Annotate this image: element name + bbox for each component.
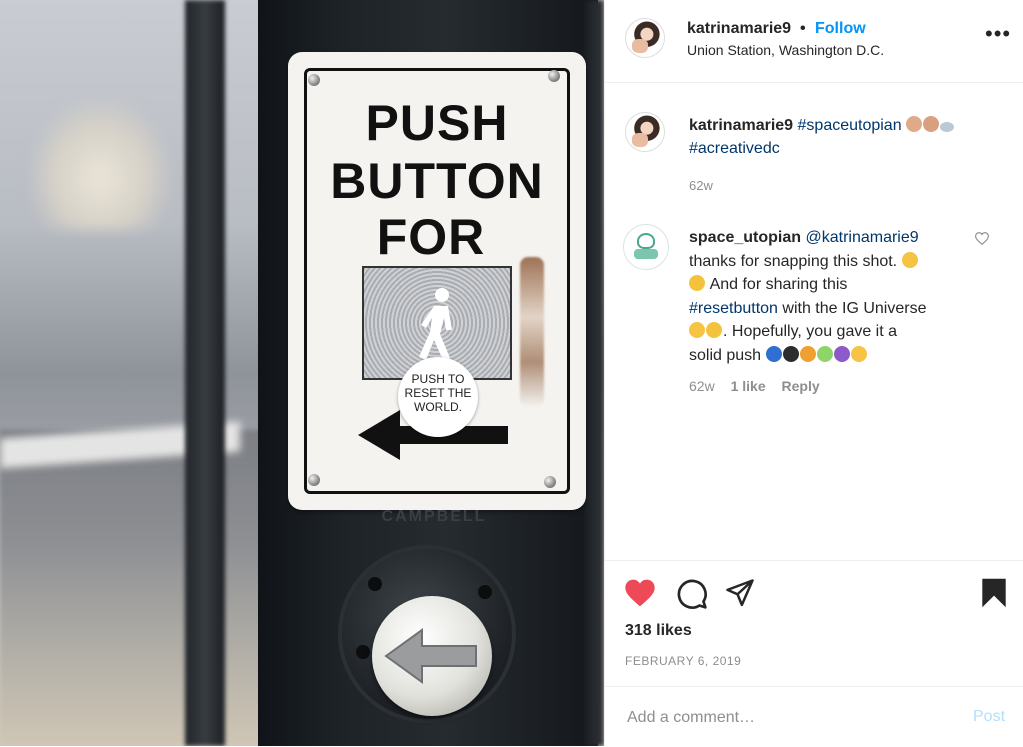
caption-timestamp[interactable]: 62w	[689, 178, 713, 193]
swirl-emoji-icon	[940, 122, 955, 132]
sticker-text-line: WORLD.	[414, 400, 462, 414]
comment-text: space_utopian @katrinamarie9 thanks for …	[689, 226, 957, 367]
sticker-text-line: PUSH TO	[411, 372, 465, 386]
post-comment-button[interactable]: Post	[973, 708, 1005, 726]
screw-hole	[368, 577, 382, 591]
comment-meta: 62w 1 like Reply	[689, 378, 820, 394]
sign-text-line: PUSH	[365, 95, 509, 151]
caption-text: katrinamarie9 #spaceutopian #acreativedc	[689, 114, 989, 160]
comment-text-segment: with the IG Universe	[782, 299, 927, 317]
share-icon[interactable]	[725, 578, 755, 608]
bolt-icon	[308, 74, 320, 86]
comment-text-segment: solid push	[689, 346, 762, 364]
vulcan-salute-emoji-icon	[901, 251, 918, 268]
add-comment-input[interactable]	[625, 705, 949, 731]
more-options-icon[interactable]: •••	[985, 23, 1011, 45]
fist-emoji-icon	[850, 345, 867, 362]
push-button-knob	[372, 596, 492, 716]
comment-like-heart-icon[interactable]	[975, 232, 989, 245]
comment-timestamp[interactable]: 62w	[689, 378, 715, 394]
post-header: katrinamarie9 • Follow Union Station, Wa…	[605, 0, 1023, 83]
bolt-icon	[544, 476, 556, 488]
reset-world-sticker: PUSH TO RESET THE WORLD.	[398, 357, 478, 437]
follow-button[interactable]: Follow	[815, 20, 866, 38]
comment-text-segment: thanks for snapping this shot.	[689, 252, 898, 270]
post-photo[interactable]: PUSH BUTTON FOR PUSH TO RESET THE WORLD.…	[0, 0, 604, 746]
reply-button[interactable]: Reply	[782, 378, 820, 394]
post-date[interactable]: FEBRUARY 6, 2019	[625, 654, 741, 668]
caption-username[interactable]: katrinamarie9	[689, 117, 793, 134]
comment-text-segment: And for sharing this	[709, 276, 848, 293]
mention-link[interactable]: @katrinamarie9	[805, 229, 918, 246]
add-comment-bar: Post	[605, 686, 1023, 747]
caption-avatar[interactable]	[625, 112, 665, 152]
comment-likes-count[interactable]: 1 like	[731, 378, 766, 394]
post-author-username[interactable]: katrinamarie9	[687, 20, 791, 38]
knob-arrow-icon	[384, 628, 477, 684]
globe-emoji-icon	[765, 345, 782, 362]
collision-emoji-icon	[799, 345, 816, 362]
flushed-face-emoji-icon	[689, 275, 705, 291]
hashtag-link[interactable]: #acreativedc	[689, 140, 780, 157]
sunglasses-emoji-icon	[706, 322, 722, 338]
fist-emoji-icon	[906, 116, 923, 132]
separator-dot: •	[800, 20, 806, 37]
alien-monster-emoji-icon	[833, 345, 850, 362]
rock-on-emoji-icon	[689, 322, 705, 338]
comment-text-segment: . Hopefully, you gave it a	[723, 323, 898, 340]
thumbs-down-emoji-icon	[923, 116, 940, 132]
hashtag-link[interactable]: #spaceutopian	[798, 117, 902, 134]
screw-hole	[478, 585, 492, 599]
screw-hole	[356, 645, 370, 659]
hashtag-link[interactable]: #resetbutton	[689, 300, 778, 317]
pedestrian-icon	[419, 288, 452, 360]
push-button-sign: PUSH BUTTON FOR PUSH TO RESET THE WORLD.	[288, 52, 586, 510]
bomb-emoji-icon	[782, 345, 799, 362]
post-actions: 318 likes FEBRUARY 6, 2019	[605, 560, 1023, 687]
save-bookmark-icon[interactable]	[981, 577, 1007, 609]
foreground-pole-edge	[585, 0, 604, 746]
bolt-icon	[308, 474, 320, 486]
commenter-username[interactable]: space_utopian	[689, 229, 801, 246]
bolt-icon	[548, 70, 560, 82]
background-building	[30, 100, 170, 230]
rust-stain	[520, 257, 544, 407]
alien-emoji-icon	[816, 345, 833, 362]
likes-count[interactable]: 318 likes	[625, 622, 692, 640]
background-pole	[185, 0, 225, 746]
sign-text-line: FOR	[376, 209, 486, 265]
like-heart-icon[interactable]	[624, 578, 656, 608]
manufacturer-label: CAMPBELL	[381, 508, 487, 525]
comment-icon[interactable]	[676, 578, 708, 610]
commenter-avatar[interactable]	[623, 224, 669, 270]
post-details-panel: katrinamarie9 • Follow Union Station, Wa…	[604, 0, 1023, 746]
post-location[interactable]: Union Station, Washington D.C.	[687, 42, 884, 58]
user-avatar[interactable]	[625, 18, 665, 58]
sticker-text-line: RESET THE	[404, 386, 472, 400]
sign-text-line: BUTTON	[330, 153, 544, 209]
